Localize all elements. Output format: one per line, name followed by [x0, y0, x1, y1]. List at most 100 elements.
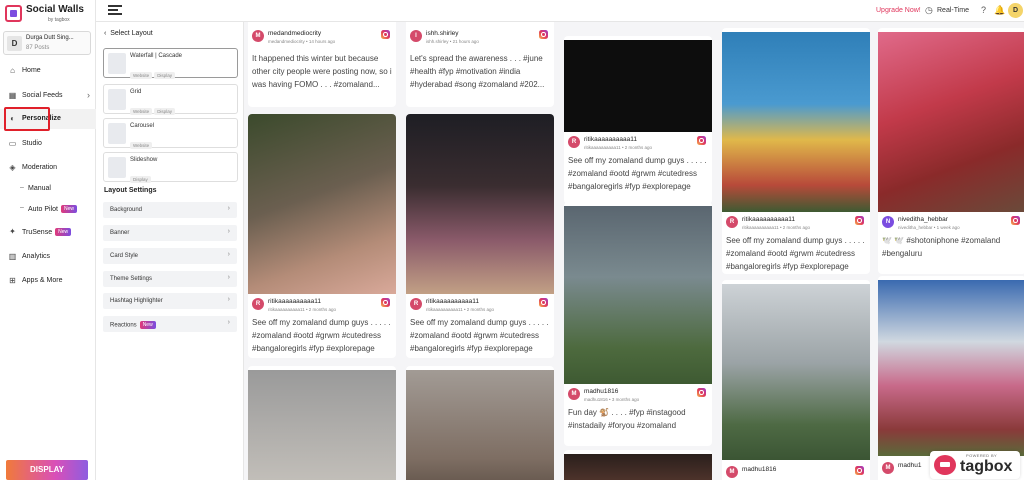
post-image[interactable] — [564, 40, 712, 132]
bell-icon[interactable]: 🔔 — [994, 5, 1005, 16]
post-avatar: R — [410, 298, 422, 310]
post-card[interactable]: Mmadhu1816 madhu1816 • 3 months ago Fun d… — [564, 202, 712, 446]
nav-apps-more[interactable]: ⊞ Apps & More — [0, 271, 96, 291]
setting-background[interactable]: Background › — [103, 202, 237, 218]
auto-pilot-text: Auto Pilot — [28, 205, 58, 213]
post-card[interactable]: Mmadhu1 — [878, 276, 1024, 480]
setting-hashtag-highlighter[interactable]: Hashtag Highlighter › — [103, 293, 237, 309]
post-meta: ritikaaaaaaaaaa11 • 2 months ago — [584, 145, 653, 150]
wall-selector[interactable]: D Durga Dutt Sing... 87 Posts — [3, 31, 91, 55]
realtime-link[interactable]: Real-Time — [937, 7, 969, 14]
post-card[interactable]: Iishh.shirley ishh.shirley • 21 hours ago… — [406, 22, 554, 107]
nav-trusense[interactable]: ✦ TruSense New — [0, 222, 96, 242]
post-image[interactable] — [406, 370, 554, 480]
chevron-right-icon: › — [227, 205, 230, 212]
layout-name: Waterfall | Cascade — [130, 53, 183, 59]
user-avatar[interactable]: D — [1008, 3, 1023, 18]
display-button[interactable]: DISPLAY — [6, 460, 88, 480]
chevron-right-icon: › — [227, 274, 230, 281]
nav-moderation[interactable]: ◈ Moderation — [0, 158, 96, 178]
clock-icon[interactable]: ◷ — [925, 5, 933, 16]
app-logo[interactable]: Social Walls by tagbox — [5, 4, 93, 26]
instagram-icon — [697, 136, 706, 145]
post-card[interactable]: Rritikaaaaaaaaaa11 ritikaaaaaaaaaa11 • 2 … — [248, 114, 396, 358]
new-badge: New — [139, 321, 156, 329]
layout-thumbnail-icon — [108, 157, 126, 178]
nav-studio[interactable]: ▭ Studio — [0, 134, 96, 154]
app-subtitle: by tagbox — [48, 17, 70, 23]
post-card[interactable] — [564, 450, 712, 480]
layout-tag: Website — [130, 108, 153, 115]
layout-thumbnail-icon — [108, 53, 126, 74]
chevron-right-icon: › — [87, 90, 90, 100]
post-text: See off my zomaland dump guys . . . . . … — [410, 318, 549, 353]
post-text: Let's spread the awareness . . . #june #… — [410, 54, 545, 89]
post-image[interactable] — [248, 370, 396, 480]
layout-option-slideshow[interactable]: Slideshow Display — [103, 152, 238, 183]
setting-label: Background — [110, 207, 143, 213]
nav-analytics-label: Analytics — [22, 253, 51, 260]
post-image[interactable] — [564, 206, 712, 384]
tagbox-wordmark: tagbox — [960, 458, 1013, 475]
layout-option-waterfall[interactable]: Waterfall | Cascade Website Display — [103, 48, 238, 79]
instagram-icon — [381, 298, 390, 307]
post-meta: niveditha_hebbar • 1 week ago — [898, 225, 960, 230]
powered-by-tagbox-badge[interactable]: POWERED BY tagbox — [930, 451, 1020, 479]
post-image[interactable] — [564, 454, 712, 480]
layout-option-grid[interactable]: Grid Website Display — [103, 84, 238, 115]
post-image[interactable] — [248, 114, 396, 294]
post-card[interactable] — [248, 366, 396, 480]
menu-toggle-icon[interactable] — [108, 5, 122, 15]
post-avatar: M — [726, 466, 738, 478]
social-walls-logo-icon — [5, 5, 22, 22]
nav-home[interactable]: ⌂ Home — [0, 61, 96, 81]
post-card[interactable]: Mmedandmediocrity medandmediocrity • 14 h… — [248, 22, 396, 107]
layout-tag: Display — [130, 176, 151, 183]
setting-reactions[interactable]: Reactions New › — [103, 316, 237, 332]
setting-theme[interactable]: Theme Settings › — [103, 271, 237, 287]
chevron-right-icon: › — [227, 296, 230, 303]
layout-option-carousel[interactable]: Carousel Website — [103, 118, 238, 149]
setting-banner[interactable]: Banner › — [103, 225, 237, 241]
layout-tag: Display — [154, 72, 175, 79]
post-image[interactable] — [878, 32, 1024, 212]
post-meta: madhu1816 • 3 months ago — [584, 397, 640, 402]
post-card[interactable] — [406, 366, 554, 480]
upgrade-link[interactable]: Upgrade Now! — [876, 7, 921, 14]
nav-auto-pilot[interactable]: – Auto Pilot New — [0, 199, 96, 219]
select-layout-back[interactable]: ‹ Select Layout — [104, 30, 153, 37]
post-image[interactable] — [406, 114, 554, 294]
post-image[interactable] — [722, 284, 870, 460]
reactions-text: Reactions — [110, 322, 137, 329]
post-username: ritikaaaaaaaaaa11 — [426, 298, 480, 305]
post-card[interactable]: Rritikaaaaaaaaaa11 ritikaaaaaaaaaa11 • 2 … — [722, 28, 870, 274]
personalize-highlight — [4, 107, 50, 131]
post-avatar: M — [882, 462, 894, 474]
new-badge: New — [60, 205, 77, 213]
nav-manual[interactable]: – Manual — [0, 179, 96, 199]
instagram-icon — [1011, 216, 1020, 225]
help-icon[interactable]: ? — [981, 5, 986, 15]
post-card[interactable]: Nniveditha_hebbar niveditha_hebbar • 1 we… — [878, 28, 1024, 274]
post-username: madhu1816 — [742, 466, 777, 473]
post-username: madhu1 — [898, 462, 922, 469]
post-card[interactable]: Rritikaaaaaaaaaa11 ritikaaaaaaaaaa11 • 2 … — [406, 114, 554, 358]
nav-social-feeds-label: Social Feeds — [22, 92, 63, 99]
feeds-icon: ▦ — [8, 91, 17, 100]
post-image[interactable] — [878, 280, 1024, 456]
nav-analytics[interactable]: ▥ Analytics — [0, 247, 96, 267]
post-image[interactable] — [722, 32, 870, 212]
post-card[interactable]: Rritikaaaaaaaaaa11 ritikaaaaaaaaaa11 • 2 … — [564, 36, 712, 204]
post-card[interactable]: Mmadhu1816 — [722, 280, 870, 480]
setting-card-style[interactable]: Card Style › — [103, 248, 237, 264]
feed-preview: Mmedandmediocrity medandmediocrity • 14 h… — [244, 22, 1024, 480]
instagram-icon — [855, 466, 864, 475]
setting-label: Theme Settings — [110, 276, 153, 282]
instagram-icon — [539, 30, 548, 39]
setting-label: Card Style — [110, 253, 139, 259]
layout-tag: Website — [130, 142, 153, 149]
nav-social-feeds[interactable]: ▦ Social Feeds › — [0, 86, 96, 106]
layout-thumbnail-icon — [108, 89, 126, 110]
post-avatar: M — [568, 388, 580, 400]
post-text: Fun day 🐒 . . . . #fyp #instagood #insta… — [568, 408, 686, 430]
